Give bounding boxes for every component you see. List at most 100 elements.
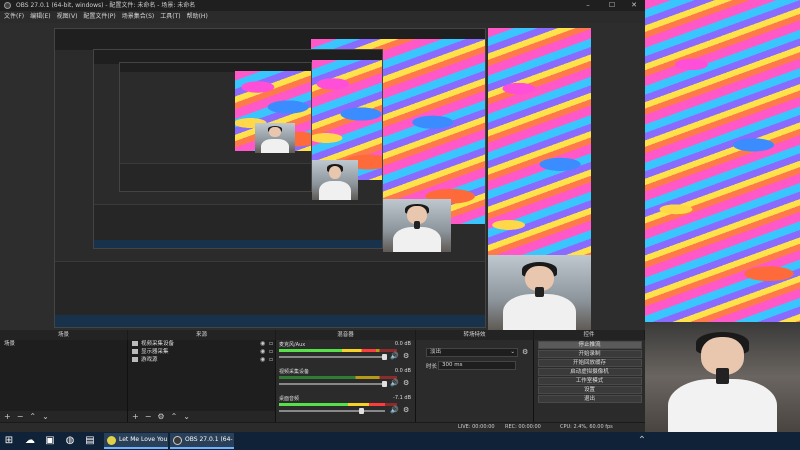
preview-canvas[interactable] <box>0 23 645 330</box>
mixer-track: 视频采集设备 0.0 dB 🔊 ⚙ <box>276 367 415 394</box>
minimize-icon[interactable]: – <box>578 0 598 11</box>
move-up-icon[interactable]: ⌃ <box>29 412 36 421</box>
wechat-icon[interactable]: ☁ <box>24 435 36 447</box>
eye-icon[interactable]: ◉ <box>260 349 266 355</box>
mixer-dock-title: 混音器 <box>276 330 416 340</box>
speaker-icon[interactable]: 🔊 <box>390 352 399 360</box>
transition-select[interactable]: 淡出 ⌄ <box>426 348 518 357</box>
add-icon[interactable]: + <box>4 412 11 421</box>
rec-time: REC: 00:00:00 <box>505 424 541 430</box>
track-db: 0.0 dB <box>394 341 411 347</box>
transitions-dock-title: 转场特效 <box>416 330 534 340</box>
menu-tools[interactable]: 工具(T) <box>160 11 180 23</box>
maximize-icon[interactable]: ☐ <box>602 0 622 11</box>
steam-icon[interactable]: ◍ <box>64 435 76 447</box>
status-bar: LIVE: 00:00:00 REC: 00:00:00 CPU: 2.4%, … <box>0 422 645 432</box>
gear-icon[interactable]: ⚙ <box>157 412 164 421</box>
title-bar: OBS 27.0.1 (64-bit, windows) - 配置文件: 未命名… <box>0 0 645 11</box>
scenes-dock-title: 场景 <box>0 330 128 340</box>
lock-icon[interactable]: ▫ <box>269 357 275 363</box>
monitor-icon <box>132 349 138 354</box>
speaker-icon[interactable]: 🔊 <box>390 406 399 414</box>
start-virtual-camera-button[interactable]: 启动虚拟摄像机 <box>537 368 642 376</box>
taskbar-app-obs[interactable]: OBS 27.0.1 (64-bi... <box>170 433 234 449</box>
add-icon[interactable]: + <box>132 412 139 421</box>
window-title: OBS 27.0.1 (64-bit, windows) - 配置文件: 未命名… <box>16 2 196 9</box>
track-db: -7.1 dB <box>393 395 411 401</box>
source-item[interactable]: 显示器采集 ◉ ▫ <box>128 348 275 356</box>
duration-label: 时长 <box>426 364 438 370</box>
settings-button[interactable]: 设置 <box>537 386 642 394</box>
eye-icon[interactable]: ◉ <box>260 341 266 347</box>
start-replay-buffer-button[interactable]: 开始回放缓存 <box>537 359 642 367</box>
mixer-track: 桌面音频 -7.1 dB 🔊 ⚙ <box>276 394 415 421</box>
volume-knob[interactable] <box>381 354 387 360</box>
source-item[interactable]: 视频采集设备 ◉ ▫ <box>128 340 275 348</box>
exit-button[interactable]: 退出 <box>537 395 642 403</box>
tray-icon[interactable]: ⌃ <box>636 435 648 447</box>
level-meter-fill <box>279 349 376 352</box>
level-meter <box>279 403 397 406</box>
obs-window: OBS 27.0.1 (64-bit, windows) - 配置文件: 未命名… <box>0 0 645 432</box>
menu-edit[interactable]: 编辑(E) <box>30 11 50 23</box>
move-down-icon[interactable]: ⌄ <box>42 412 49 421</box>
windows-taskbar: ⊞ ☁ ▣ ◍ ▤ Let Me Love You ... OBS 27.0.1… <box>0 432 800 450</box>
menu-help[interactable]: 帮助(H) <box>187 11 208 23</box>
track-db: 0.0 dB <box>394 368 411 374</box>
lock-icon[interactable]: ▫ <box>269 349 275 355</box>
cpu-fps: CPU: 2.4%, 60.00 fps <box>560 424 613 430</box>
taskbar-app-music[interactable]: Let Me Love You ... <box>104 433 168 449</box>
menu-scene-collection[interactable]: 场景集合(S) <box>122 11 155 23</box>
scenes-list[interactable]: 场景 + − ⌃ ⌄ <box>0 340 128 422</box>
side-psychedelic-video <box>645 0 800 322</box>
eye-icon[interactable]: ◉ <box>260 357 266 363</box>
menu-file[interactable]: 文件(F) <box>4 11 24 23</box>
source-item[interactable]: 游戏源 ◉ ▫ <box>128 356 275 364</box>
lock-icon[interactable]: ▫ <box>269 341 275 347</box>
volume-knob[interactable] <box>358 408 364 414</box>
menu-profile[interactable]: 配置文件(P) <box>83 11 115 23</box>
side-webcam-feed <box>645 322 800 432</box>
menu-bar: 文件(F) 编辑(E) 视图(V) 配置文件(P) 场景集合(S) 工具(T) … <box>0 11 645 23</box>
gear-icon[interactable]: ⚙ <box>403 379 409 387</box>
level-meter <box>279 376 397 379</box>
start-recording-button[interactable]: 开始录制 <box>537 350 642 358</box>
live-time: LIVE: 00:00:00 <box>458 424 495 430</box>
speaker-icon[interactable]: 🔊 <box>390 379 399 387</box>
stop-streaming-button[interactable]: 停止推流 <box>537 341 642 349</box>
gear-icon[interactable]: ⚙ <box>403 352 409 360</box>
menu-view[interactable]: 视图(V) <box>57 11 78 23</box>
gamepad-icon <box>132 357 138 362</box>
windows-start-icon[interactable]: ⊞ <box>3 435 15 447</box>
screenshot-icon[interactable]: ▣ <box>44 435 56 447</box>
scenes-toolbar: + − ⌃ ⌄ <box>0 411 127 422</box>
studio-mode-button[interactable]: 工作室模式 <box>537 377 642 385</box>
close-icon[interactable]: ✕ <box>624 0 644 11</box>
sources-dock-title: 来源 <box>128 330 276 340</box>
track-name: 麦克风/Aux <box>279 342 306 348</box>
gear-icon[interactable]: ⚙ <box>522 348 528 356</box>
level-meter-fill <box>279 403 386 406</box>
move-up-icon[interactable]: ⌃ <box>171 412 178 421</box>
track-name: 视频采集设备 <box>279 369 310 375</box>
volume-slider[interactable] <box>279 354 387 360</box>
camera-icon <box>132 341 138 346</box>
scene-item[interactable]: 场景 <box>0 340 127 348</box>
music-app-icon <box>107 436 116 445</box>
controls-panel: 停止推流 开始录制 开始回放缓存 启动虚拟摄像机 工作室模式 设置 退出 <box>534 340 645 422</box>
app-icon[interactable]: ▤ <box>84 435 96 447</box>
gear-icon[interactable]: ⚙ <box>403 406 409 414</box>
volume-slider[interactable] <box>279 408 385 414</box>
move-down-icon[interactable]: ⌄ <box>183 412 190 421</box>
sources-list[interactable]: 视频采集设备 ◉ ▫ 显示器采集 ◉ ▫ 游戏源 ◉ ▫ + − ⚙ ⌃ ⌄ <box>128 340 276 422</box>
sources-toolbar: + − ⚙ ⌃ ⌄ <box>128 411 275 422</box>
duration-input[interactable]: 300 ms <box>438 361 516 370</box>
level-meter <box>279 349 397 352</box>
transitions-panel: 淡出 ⌄ ⚙ 时长 300 ms <box>416 340 534 422</box>
remove-icon[interactable]: − <box>17 412 24 421</box>
volume-knob[interactable] <box>381 381 387 387</box>
controls-dock-title: 控件 <box>534 330 645 340</box>
audio-mixer: 麦克风/Aux 0.0 dB 🔊 ⚙ 视频采集设备 0.0 dB 🔊 ⚙ 桌面音频 -7.1 dB… <box>276 340 416 422</box>
remove-icon[interactable]: − <box>145 412 152 421</box>
volume-slider[interactable] <box>279 381 387 387</box>
